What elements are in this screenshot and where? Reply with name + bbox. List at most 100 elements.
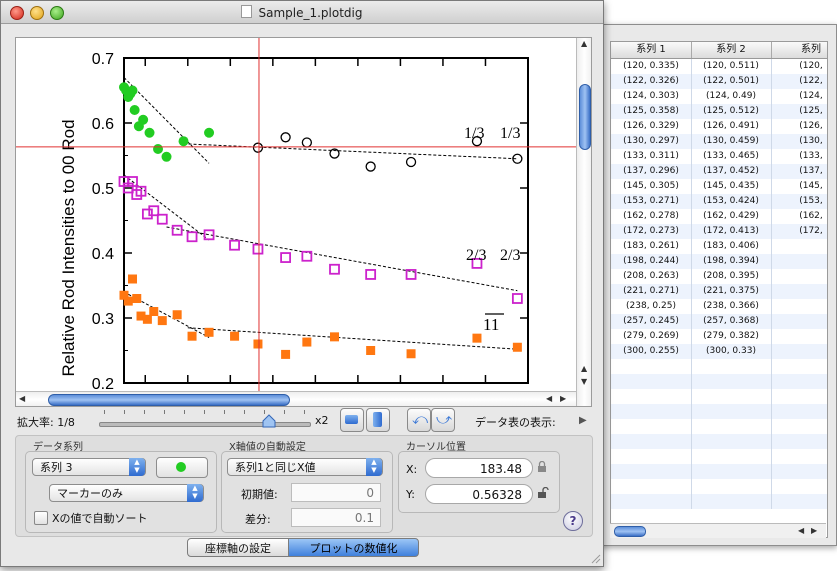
table-row[interactable]: (162, 0.278) (162, 0.429) (162, xyxy=(611,209,827,224)
table-row[interactable] xyxy=(611,494,827,509)
table-row[interactable]: (221, 0.271) (221, 0.375) xyxy=(611,284,827,299)
table-row[interactable]: (137, 0.296) (137, 0.452) (137, xyxy=(611,164,827,179)
series-color-button[interactable] xyxy=(156,457,208,478)
table-cell[interactable] xyxy=(611,374,692,389)
table-cell[interactable] xyxy=(771,329,827,344)
table-cell[interactable] xyxy=(611,404,692,419)
fit-width-button[interactable] xyxy=(340,408,364,432)
table-cell[interactable] xyxy=(771,269,827,284)
table-row[interactable]: (257, 0.245) (257, 0.368) xyxy=(611,314,827,329)
table-cell[interactable]: (279, 0.269) xyxy=(611,329,692,344)
table-cell[interactable] xyxy=(771,344,827,359)
resize-grip-icon[interactable] xyxy=(589,552,601,564)
table-horizontal-scrollbar[interactable]: ◀ ▶ xyxy=(610,523,826,538)
plot-canvas[interactable]: Relative Rod Intensities to 00 Rod 0.7 0.… xyxy=(15,37,592,407)
redo-button[interactable]: ⤻ xyxy=(431,408,455,432)
table-row[interactable] xyxy=(611,389,827,404)
table-cell[interactable]: (133, 0.311) xyxy=(611,149,692,164)
table-row[interactable]: (300, 0.255) (300, 0.33) xyxy=(611,344,827,359)
table-row[interactable]: (153, 0.271) (153, 0.424) (153, xyxy=(611,194,827,209)
table-row[interactable]: (126, 0.329) (126, 0.491) (126, xyxy=(611,119,827,134)
table-cell[interactable]: (221, 0.375) xyxy=(691,284,772,299)
table-cell[interactable]: (122, 0.501) xyxy=(691,74,772,89)
table-cell[interactable] xyxy=(611,359,692,374)
table-cell[interactable]: (120, 0.511) xyxy=(691,59,772,74)
plot-horizontal-scrollbar[interactable]: ◀ ◀ ▶ xyxy=(16,391,576,406)
initial-value-field[interactable]: 0 xyxy=(291,483,381,502)
table-row[interactable]: (130, 0.297) (130, 0.459) (130, xyxy=(611,134,827,149)
table-cell[interactable] xyxy=(611,434,692,449)
table-cell[interactable] xyxy=(691,389,772,404)
table-row[interactable]: (124, 0.303) (124, 0.49) (124, xyxy=(611,89,827,104)
table-cell[interactable] xyxy=(611,419,692,434)
table-cell[interactable] xyxy=(771,374,827,389)
title-bar[interactable]: Sample_1.plotdig xyxy=(1,1,603,24)
tab-axis-setup[interactable]: 座標軸の設定 xyxy=(187,538,289,557)
table-cell[interactable] xyxy=(771,389,827,404)
table-column-header[interactable]: 系列 xyxy=(771,42,827,58)
table-cell[interactable] xyxy=(691,449,772,464)
horizontal-scroll-thumb[interactable] xyxy=(48,394,290,406)
table-cell[interactable] xyxy=(771,299,827,314)
table-cell[interactable]: (198, 0.394) xyxy=(691,254,772,269)
step-field[interactable]: 0.1 xyxy=(291,508,381,527)
tab-digitize[interactable]: プロットの数値化 xyxy=(288,538,419,557)
lock-open-icon[interactable] xyxy=(537,487,549,499)
table-cell[interactable]: (130, 0.297) xyxy=(611,134,692,149)
cursor-y-field[interactable]: 0.56328 xyxy=(425,484,533,504)
table-cell[interactable]: (208, 0.263) xyxy=(611,269,692,284)
table-cell[interactable] xyxy=(771,479,827,494)
table-cell[interactable] xyxy=(771,494,827,509)
table-row[interactable]: (120, 0.335) (120, 0.511) (120, xyxy=(611,59,827,74)
series-select[interactable]: 系列 3 ▲ ▼ xyxy=(32,458,146,476)
table-cell[interactable]: (300, 0.33) xyxy=(691,344,772,359)
table-row[interactable]: (133, 0.311) (133, 0.465) (133, xyxy=(611,149,827,164)
table-cell[interactable] xyxy=(691,479,772,494)
table-cell[interactable]: (208, 0.395) xyxy=(691,269,772,284)
table-row[interactable]: (238, 0.25) (238, 0.366) xyxy=(611,299,827,314)
table-cell[interactable]: (124, 0.303) xyxy=(611,89,692,104)
fit-height-button[interactable] xyxy=(366,408,390,432)
table-cell[interactable] xyxy=(611,479,692,494)
table-cell[interactable] xyxy=(691,359,772,374)
table-row[interactable] xyxy=(611,359,827,374)
table-cell[interactable] xyxy=(691,404,772,419)
table-cell[interactable]: (126, 0.329) xyxy=(611,119,692,134)
table-row[interactable] xyxy=(611,419,827,434)
table-cell[interactable]: (172, 0.413) xyxy=(691,224,772,239)
table-cell[interactable]: (257, 0.368) xyxy=(691,314,772,329)
table-cell[interactable]: (238, 0.25) xyxy=(611,299,692,314)
table-cell[interactable]: (172, 0.273) xyxy=(611,224,692,239)
table-cell[interactable]: (125, 0.512) xyxy=(691,104,772,119)
table-cell[interactable]: (145, xyxy=(771,179,827,194)
table-cell[interactable] xyxy=(771,284,827,299)
table-cell[interactable] xyxy=(771,464,827,479)
scroll-up-arrow-icon[interactable]: ▲ xyxy=(581,39,587,48)
scroll-up-arrow-icon[interactable]: ▲ xyxy=(581,364,587,373)
table-cell[interactable] xyxy=(611,464,692,479)
table-cell[interactable] xyxy=(691,374,772,389)
table-row[interactable]: (208, 0.263) (208, 0.395) xyxy=(611,269,827,284)
table-cell[interactable]: (120, xyxy=(771,59,827,74)
table-cell[interactable]: (130, 0.459) xyxy=(691,134,772,149)
data-table[interactable]: 系列 1 系列 2 系列 (120, 0.335) (120, 0.511) (12… xyxy=(610,41,828,538)
table-cell[interactable] xyxy=(771,404,827,419)
help-button[interactable]: ? xyxy=(563,511,583,531)
table-cell[interactable]: (153, 0.424) xyxy=(691,194,772,209)
table-column-header[interactable]: 系列 1 xyxy=(611,42,692,58)
scroll-left-arrow-icon[interactable]: ◀ xyxy=(546,394,552,403)
table-cell[interactable]: (124, xyxy=(771,89,827,104)
table-row[interactable] xyxy=(611,374,827,389)
table-cell[interactable] xyxy=(611,389,692,404)
table-cell[interactable]: (162, 0.278) xyxy=(611,209,692,224)
vertical-scroll-thumb[interactable] xyxy=(579,84,591,150)
table-cell[interactable]: (145, 0.305) xyxy=(611,179,692,194)
table-cell[interactable]: (133, 0.465) xyxy=(691,149,772,164)
table-cell[interactable] xyxy=(611,449,692,464)
table-row[interactable]: (279, 0.269) (279, 0.382) xyxy=(611,329,827,344)
table-cell[interactable]: (183, 0.261) xyxy=(611,239,692,254)
table-cell[interactable] xyxy=(771,359,827,374)
table-row[interactable] xyxy=(611,464,827,479)
table-cell[interactable] xyxy=(771,239,827,254)
autosort-checkbox[interactable] xyxy=(34,511,48,525)
